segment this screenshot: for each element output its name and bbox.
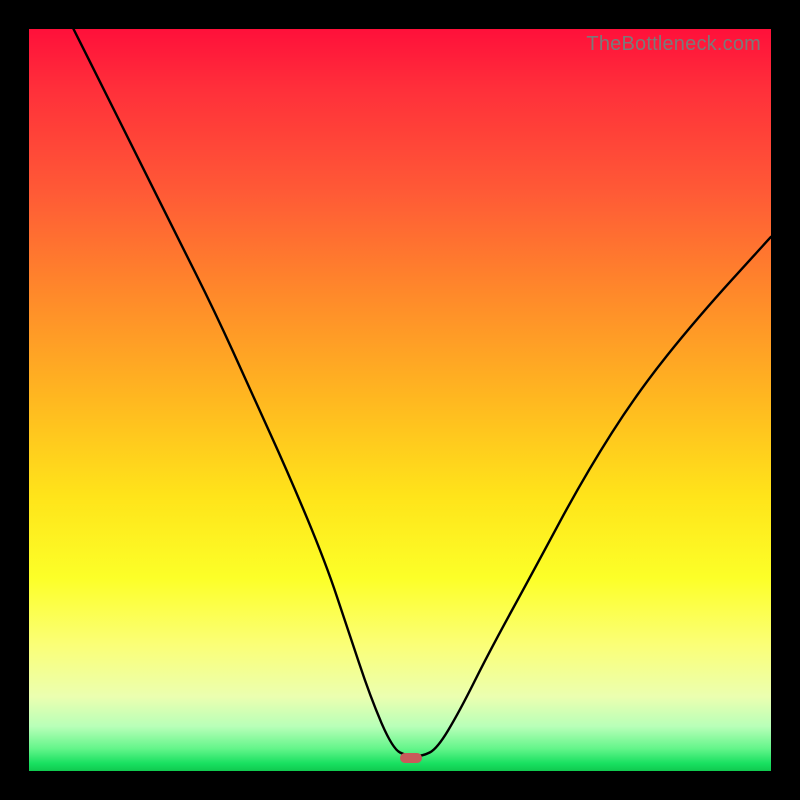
bottleneck-curve bbox=[29, 29, 771, 771]
optimal-marker bbox=[400, 753, 422, 763]
chart-frame: TheBottleneck.com bbox=[0, 0, 800, 800]
plot-area: TheBottleneck.com bbox=[29, 29, 771, 771]
